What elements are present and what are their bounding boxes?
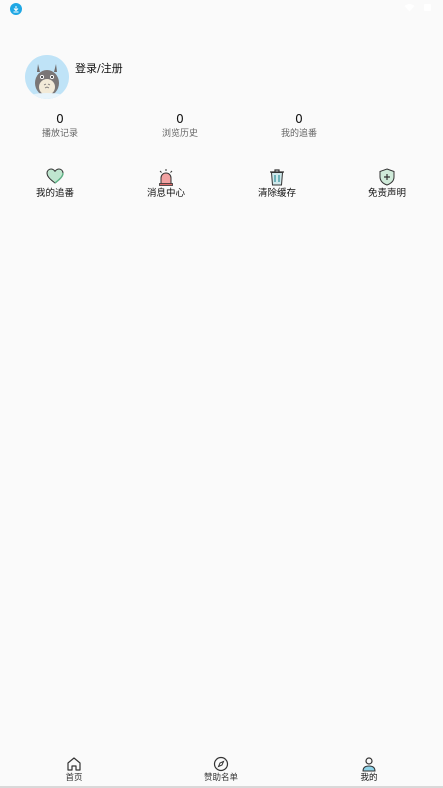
download-icon bbox=[10, 3, 22, 15]
profile-header: 登录/注册 bbox=[25, 55, 123, 99]
tab-home[interactable]: 首页 bbox=[44, 756, 104, 784]
heart-icon bbox=[46, 168, 64, 184]
action-label: 免责声明 bbox=[367, 188, 406, 199]
status-bar bbox=[0, 0, 443, 18]
bottom-tab-bar: 首页 赞助名单 我的 bbox=[0, 752, 443, 788]
tab-sponsors[interactable]: 赞助名单 bbox=[191, 756, 251, 784]
compass-icon bbox=[213, 756, 229, 772]
action-message-center[interactable]: 消息中心 bbox=[126, 168, 206, 200]
stat-value: 0 bbox=[56, 112, 64, 126]
action-disclaimer[interactable]: 免责声明 bbox=[347, 168, 427, 200]
login-register-link[interactable]: 登录/注册 bbox=[75, 60, 123, 76]
stat-label: 我的追番 bbox=[280, 129, 317, 139]
actions-grid: 我的追番 消息中心 清除缓存 免责声明 bbox=[0, 168, 443, 202]
battery-icon bbox=[423, 3, 433, 15]
user-icon bbox=[362, 757, 376, 772]
stat-browse-history[interactable]: 0 浏览历史 bbox=[135, 112, 225, 140]
trash-icon bbox=[270, 169, 284, 186]
stat-value: 0 bbox=[176, 112, 184, 126]
action-label: 清除缓存 bbox=[257, 188, 296, 199]
shield-plus-icon bbox=[379, 168, 395, 186]
wifi-icon bbox=[404, 3, 415, 15]
tab-label: 赞助名单 bbox=[203, 773, 238, 783]
tab-label: 首页 bbox=[65, 773, 83, 783]
action-my-follows[interactable]: 我的追番 bbox=[15, 168, 95, 200]
action-label: 我的追番 bbox=[35, 188, 74, 199]
status-left bbox=[10, 3, 22, 15]
stat-my-follows[interactable]: 0 我的追番 bbox=[254, 112, 344, 140]
totoro-avatar-icon bbox=[25, 55, 69, 99]
stat-label: 播放记录 bbox=[41, 129, 78, 139]
stat-value: 0 bbox=[295, 112, 303, 126]
stat-label: 浏览历史 bbox=[161, 129, 198, 139]
action-label: 消息中心 bbox=[146, 188, 185, 199]
avatar[interactable] bbox=[25, 55, 69, 99]
tab-mine[interactable]: 我的 bbox=[339, 756, 399, 784]
action-clear-cache[interactable]: 清除缓存 bbox=[237, 168, 317, 200]
stat-play-history[interactable]: 0 播放记录 bbox=[15, 112, 105, 140]
stats-row: 0 播放记录 0 浏览历史 0 我的追番 bbox=[0, 112, 443, 142]
home-icon bbox=[67, 757, 81, 771]
alarm-bell-icon bbox=[159, 169, 173, 186]
status-right bbox=[404, 3, 433, 15]
tab-label: 我的 bbox=[360, 773, 378, 783]
